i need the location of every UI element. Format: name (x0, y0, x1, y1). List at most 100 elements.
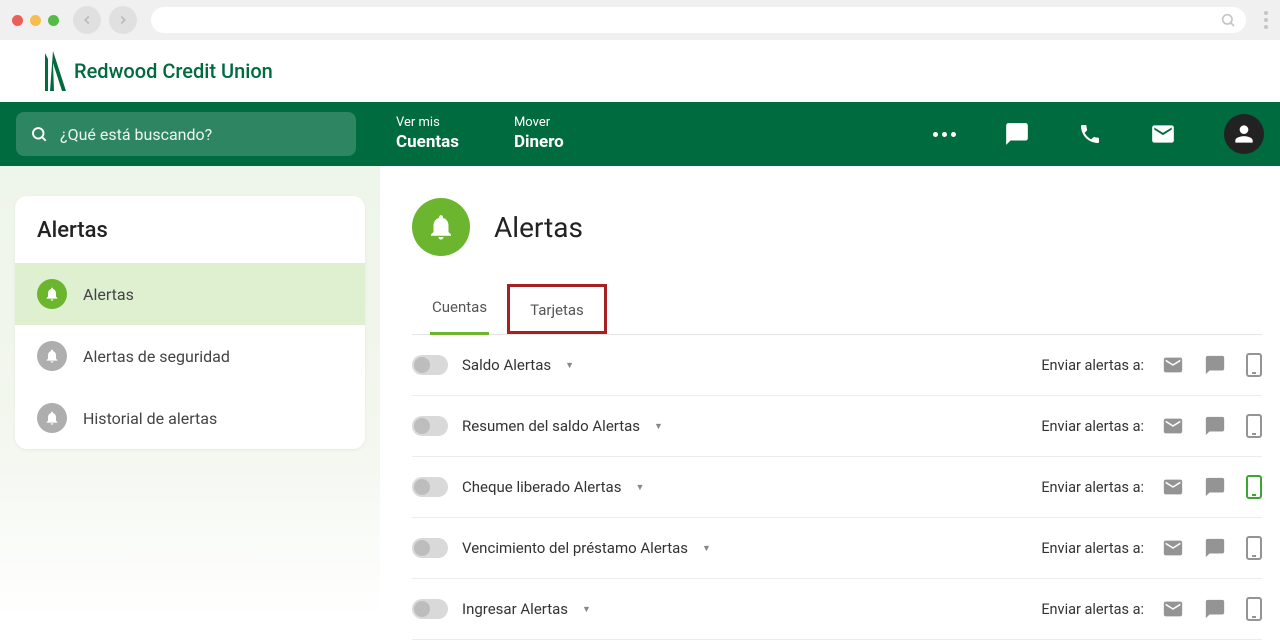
alert-label-text: Resumen del saldo Alertas (462, 417, 640, 435)
sms-channel-icon[interactable] (1204, 354, 1226, 376)
bell-icon (37, 403, 67, 433)
email-channel-icon[interactable] (1162, 598, 1184, 620)
sidebar-item-alert-history[interactable]: Historial de alertas (15, 387, 365, 449)
alert-row: Ingresar Alertas ▼ Enviar alertas a: (412, 579, 1262, 640)
minimize-window-icon[interactable] (30, 15, 41, 26)
bell-icon (37, 279, 67, 309)
chevron-down-icon: ▼ (654, 421, 663, 432)
alert-label[interactable]: Saldo Alertas ▼ (462, 356, 574, 374)
alert-row: Vencimiento del préstamo Alertas ▼ Enviar … (412, 518, 1262, 579)
toggle-switch[interactable] (412, 416, 448, 436)
mobile-channel-icon[interactable] (1246, 414, 1262, 438)
url-bar[interactable] (151, 7, 1246, 33)
maximize-window-icon[interactable] (48, 15, 59, 26)
nav-accounts[interactable]: Ver mis Cuentas (396, 115, 459, 153)
alert-label-text: Vencimiento del préstamo Alertas (462, 539, 688, 557)
alert-label[interactable]: Ingresar Alertas ▼ (462, 600, 591, 618)
close-window-icon[interactable] (12, 15, 23, 26)
toggle-switch[interactable] (412, 599, 448, 619)
alert-row: Resumen del saldo Alertas ▼ Enviar alertas… (412, 396, 1262, 457)
chevron-down-icon: ▼ (565, 360, 574, 371)
send-to-label: Enviar alertas a: (1041, 540, 1144, 557)
sidebar-item-alerts[interactable]: Alertas (15, 263, 365, 325)
send-to-label: Enviar alertas a: (1041, 357, 1144, 374)
channel-icons (1162, 414, 1262, 438)
chevron-down-icon: ▼ (635, 482, 644, 493)
sidebar-item-label: Historial de alertas (83, 409, 217, 428)
send-to-label: Enviar alertas a: (1041, 418, 1144, 435)
sidebar-item-label: Alertas de seguridad (83, 347, 230, 366)
window-controls (12, 15, 59, 26)
email-channel-icon[interactable] (1162, 354, 1184, 376)
alert-label-text: Ingresar Alertas (462, 600, 568, 618)
sidebar-card: Alertas Alertas Alertas de seguridad His… (15, 196, 365, 449)
alert-row: Cheque liberado Alertas ▼ Enviar alertas a… (412, 457, 1262, 518)
bell-icon (37, 341, 67, 371)
chevron-down-icon: ▼ (702, 543, 711, 554)
channel-icons (1162, 536, 1262, 560)
nav-actions (933, 114, 1264, 154)
sidebar-item-label: Alertas (83, 285, 134, 304)
tabs: Cuentas Tarjetas (412, 284, 1262, 335)
sms-channel-icon[interactable] (1204, 415, 1226, 437)
toggle-switch[interactable] (412, 355, 448, 375)
sms-channel-icon[interactable] (1204, 476, 1226, 498)
phone-icon[interactable] (1078, 122, 1102, 146)
nav-links: Ver mis Cuentas Mover Dinero (396, 115, 564, 153)
search-input[interactable] (60, 125, 342, 144)
nav-move-money[interactable]: Mover Dinero (514, 115, 564, 153)
nav-move-line1: Mover (514, 115, 564, 131)
channel-icons (1162, 353, 1262, 377)
alert-label[interactable]: Cheque liberado Alertas ▼ (462, 478, 644, 496)
alert-row: Saldo Alertas ▼ Enviar alertas a: (412, 335, 1262, 396)
page-title: Alertas (494, 211, 583, 244)
sidebar-item-security-alerts[interactable]: Alertas de seguridad (15, 325, 365, 387)
mail-icon[interactable] (1150, 121, 1176, 147)
brand-name: Redwood Credit Union (74, 59, 273, 83)
alert-label-text: Cheque liberado Alertas (462, 478, 621, 496)
search-box[interactable] (16, 112, 356, 156)
send-to-label: Enviar alertas a: (1041, 479, 1144, 496)
logo-area: Redwood Credit Union (0, 40, 1280, 102)
logo-mark-icon (40, 51, 66, 91)
search-icon (1220, 12, 1236, 28)
alert-label[interactable]: Resumen del saldo Alertas ▼ (462, 417, 663, 435)
email-channel-icon[interactable] (1162, 537, 1184, 559)
sms-channel-icon[interactable] (1204, 537, 1226, 559)
mobile-channel-icon[interactable] (1246, 475, 1262, 499)
main-content: Alertas Cuentas Tarjetas Saldo Alertas ▼ E… (380, 166, 1280, 620)
avatar[interactable] (1224, 114, 1264, 154)
sidebar-title: Alertas (15, 196, 365, 263)
chevron-down-icon: ▼ (582, 604, 591, 615)
channel-icons (1162, 597, 1262, 621)
chat-icon[interactable] (1004, 121, 1030, 147)
sidebar: Alertas Alertas Alertas de seguridad His… (0, 166, 380, 620)
alert-label[interactable]: Vencimiento del préstamo Alertas ▼ (462, 539, 711, 557)
mobile-channel-icon[interactable] (1246, 536, 1262, 560)
send-to-label: Enviar alertas a: (1041, 601, 1144, 618)
main-nav: Ver mis Cuentas Mover Dinero (0, 102, 1280, 166)
tab-cards[interactable]: Tarjetas (507, 284, 607, 334)
email-channel-icon[interactable] (1162, 476, 1184, 498)
toggle-switch[interactable] (412, 477, 448, 497)
sms-channel-icon[interactable] (1204, 598, 1226, 620)
alert-label-text: Saldo Alertas (462, 356, 551, 374)
mobile-channel-icon[interactable] (1246, 597, 1262, 621)
alert-list: Saldo Alertas▼Enviar alertas a:Resumen d… (412, 335, 1262, 640)
channel-icons (1162, 475, 1262, 499)
page-header: Alertas (412, 198, 1262, 256)
browser-chrome (0, 0, 1280, 40)
tab-accounts[interactable]: Cuentas (412, 284, 507, 334)
back-button[interactable] (73, 6, 101, 34)
nav-accounts-line1: Ver mis (396, 115, 459, 131)
browser-menu-icon[interactable] (1264, 11, 1268, 29)
mobile-channel-icon[interactable] (1246, 353, 1262, 377)
search-icon (30, 125, 48, 143)
toggle-switch[interactable] (412, 538, 448, 558)
more-menu-icon[interactable] (933, 132, 956, 137)
forward-button[interactable] (109, 6, 137, 34)
email-channel-icon[interactable] (1162, 415, 1184, 437)
nav-move-line2: Dinero (514, 132, 564, 153)
brand-logo[interactable]: Redwood Credit Union (40, 51, 273, 91)
nav-accounts-line2: Cuentas (396, 132, 459, 153)
